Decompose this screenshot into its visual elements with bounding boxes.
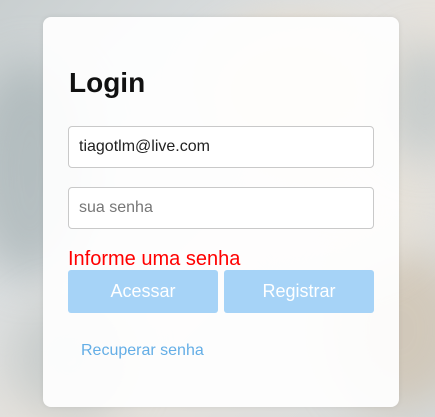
login-card: Login Informe uma senha Acessar Registra…	[43, 17, 399, 407]
page-title: Login	[69, 67, 146, 98]
password-field[interactable]	[68, 187, 374, 229]
register-button[interactable]: Registrar	[224, 270, 374, 313]
access-button[interactable]: Acessar	[68, 270, 218, 313]
error-message: Informe uma senha	[68, 248, 241, 270]
recover-password-link[interactable]: Recuperar senha	[81, 342, 204, 360]
email-field[interactable]	[68, 126, 374, 168]
